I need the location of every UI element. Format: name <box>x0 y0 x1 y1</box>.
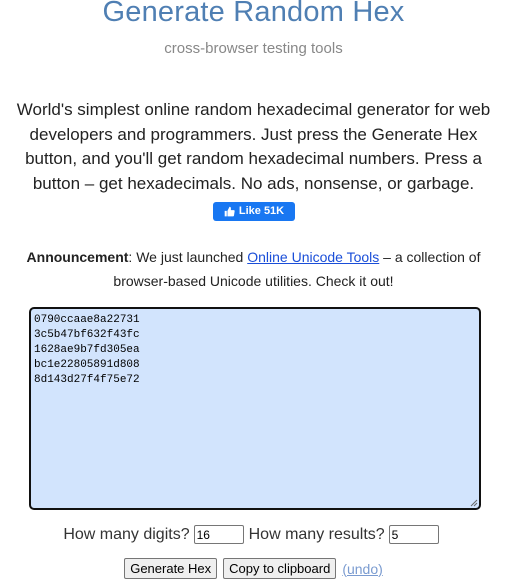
announcement-text-before: : We just launched <box>128 249 248 265</box>
thumbs-up-icon <box>224 206 235 217</box>
hex-output-textarea[interactable]: 0790ccaae8a22731 3c5b47bf632f43fc 1628ae… <box>29 307 481 510</box>
options-row: How many digits? How many results? <box>0 525 507 544</box>
like-label: Like 51K <box>238 205 285 217</box>
hex-output-line: 3c5b47bf632f43fc <box>34 329 140 341</box>
announcement: Announcement: We just launched Online Un… <box>20 245 487 293</box>
intro-text: World's simplest online random hexadecim… <box>16 100 491 193</box>
resize-handle-icon[interactable] <box>470 499 478 507</box>
results-label: How many results? <box>248 525 385 543</box>
announcement-label: Announcement <box>26 249 129 265</box>
hex-output-line: 1628ae9b7fd305ea <box>34 344 140 356</box>
copy-to-clipboard-button[interactable]: Copy to clipboard <box>223 558 337 579</box>
page-subtitle: cross-browser testing tools <box>164 40 343 57</box>
action-buttons: Generate Hex Copy to clipboard (undo) <box>0 558 507 579</box>
online-unicode-tools-link[interactable]: Online Unicode Tools <box>247 249 379 265</box>
hex-output-line: 0790ccaae8a22731 <box>34 314 140 326</box>
digits-label: How many digits? <box>63 525 190 543</box>
undo-link[interactable]: (undo) <box>342 561 382 577</box>
hex-output-line: bc1e22805891d808 <box>34 359 140 371</box>
facebook-like-button[interactable]: Like 51K <box>213 202 295 221</box>
results-input[interactable] <box>388 525 439 544</box>
generate-hex-button[interactable]: Generate Hex <box>124 558 218 579</box>
hex-output-line: 8d143d27f4f75e72 <box>34 374 140 386</box>
page-title: Generate Random Hex <box>102 0 405 28</box>
digits-input[interactable] <box>193 525 244 544</box>
